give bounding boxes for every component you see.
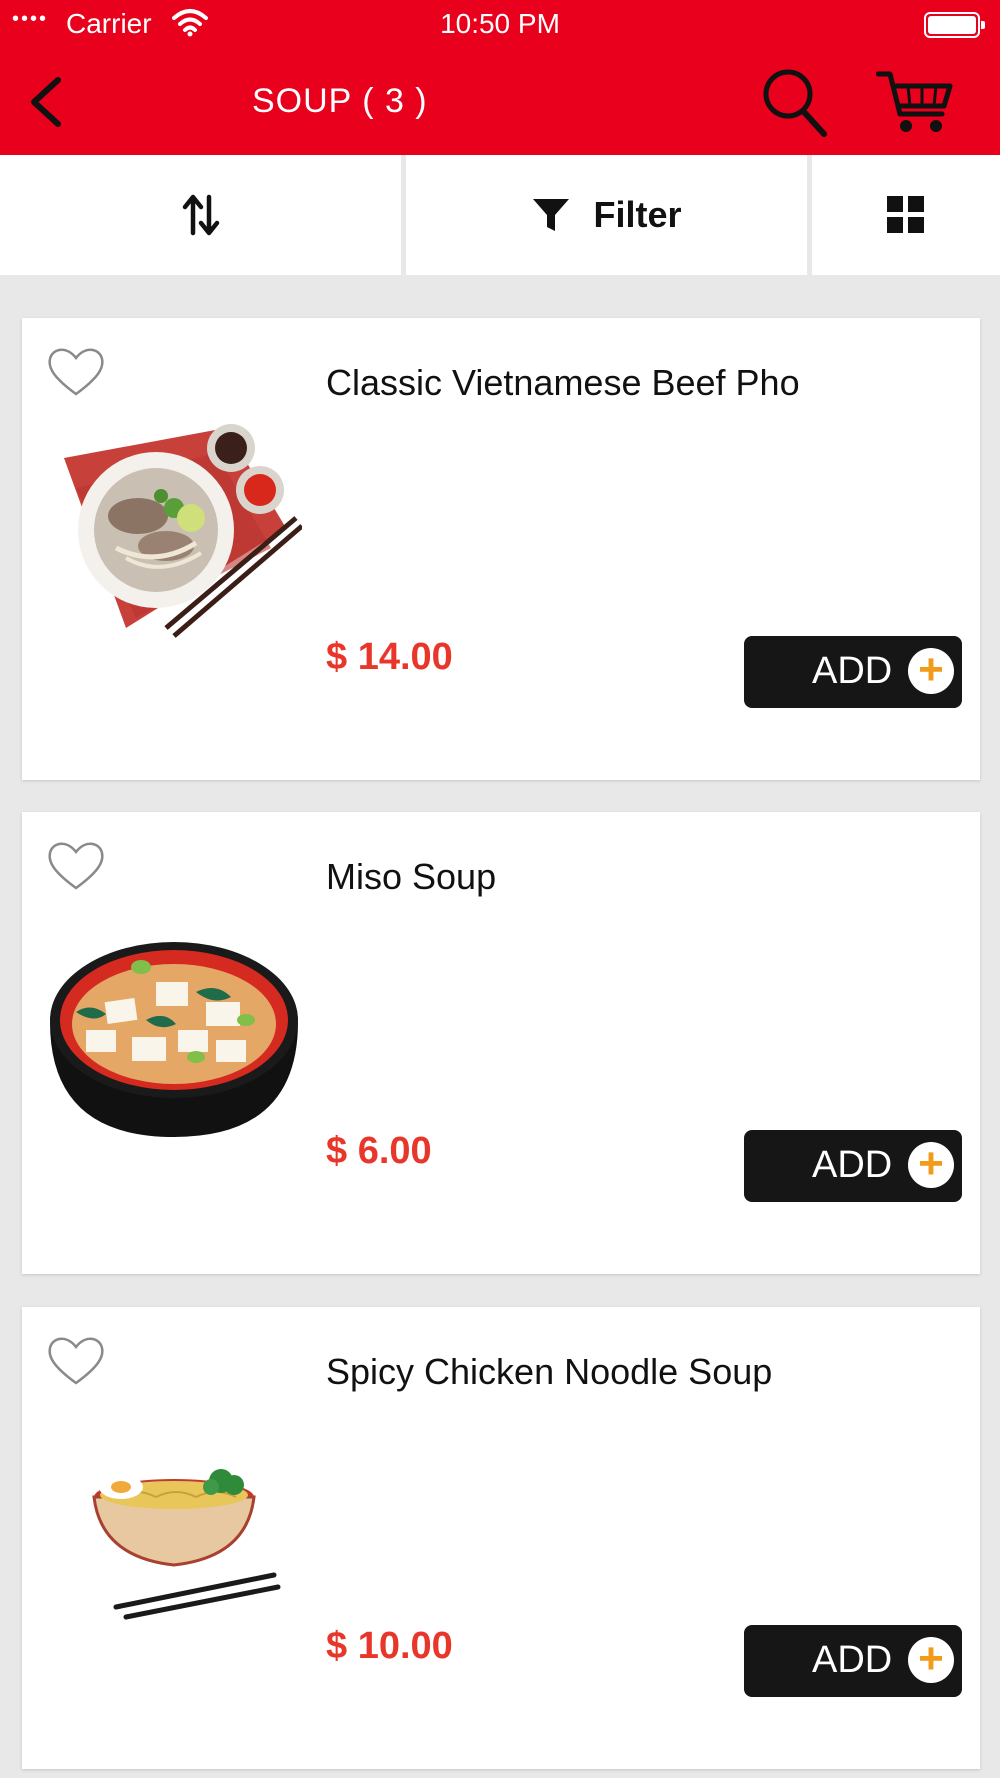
product-name: Spicy Chicken Noodle Soup xyxy=(326,1351,773,1392)
cart-icon[interactable] xyxy=(876,68,954,136)
add-to-cart-button[interactable]: ADD + xyxy=(744,636,962,708)
add-label: ADD xyxy=(812,1144,893,1186)
sort-icon xyxy=(182,194,219,236)
add-to-cart-button[interactable]: ADD + xyxy=(744,1130,962,1202)
chicken-noodle-soup-image xyxy=(92,1469,281,1620)
plus-icon: + xyxy=(908,1142,954,1188)
miso-soup-image xyxy=(50,942,298,1137)
grid-icon xyxy=(887,196,924,233)
product-name: Miso Soup xyxy=(326,856,497,897)
add-to-cart-button[interactable]: ADD + xyxy=(744,1625,962,1697)
add-label: ADD xyxy=(812,650,893,692)
add-label: ADD xyxy=(812,1639,893,1681)
favorite-heart-icon[interactable] xyxy=(46,1333,106,1387)
clock: 10:50 PM xyxy=(440,8,560,39)
sort-button[interactable] xyxy=(0,155,401,275)
list-toolbar: Filter xyxy=(0,155,1000,275)
filter-button[interactable]: Filter xyxy=(406,155,807,275)
product-price: $ 6.00 xyxy=(326,1130,432,1172)
battery-icon xyxy=(924,12,985,38)
product-card[interactable]: Miso Soup $ 6.00 ADD + xyxy=(22,812,980,1274)
product-card[interactable]: Classic Vietnamese Beef Pho $ 14.00 ADD … xyxy=(22,318,980,780)
product-name: Classic Vietnamese Beef Pho xyxy=(326,362,800,403)
product-price: $ 10.00 xyxy=(326,1625,453,1667)
filter-label: Filter xyxy=(593,194,682,235)
grid-view-button[interactable] xyxy=(812,155,1000,275)
plus-icon: + xyxy=(908,648,954,694)
favorite-heart-icon[interactable] xyxy=(46,838,106,892)
status-bar: •••• Carrier 10:50 PM xyxy=(0,0,1000,48)
plus-icon: + xyxy=(908,1637,954,1683)
beef-pho-image xyxy=(64,424,302,638)
product-price: $ 14.00 xyxy=(326,636,453,678)
search-icon[interactable] xyxy=(760,66,828,138)
favorite-heart-icon[interactable] xyxy=(46,344,106,398)
product-card[interactable]: Spicy Chicken Noodle Soup $ 10.00 ADD + xyxy=(22,1307,980,1769)
filter-icon xyxy=(533,199,570,231)
app-header: •••• Carrier 10:50 PM SOUP ( 3 ) xyxy=(0,0,1000,155)
page-title: SOUP ( 3 ) xyxy=(252,82,428,120)
back-arrow-icon[interactable] xyxy=(22,72,72,132)
